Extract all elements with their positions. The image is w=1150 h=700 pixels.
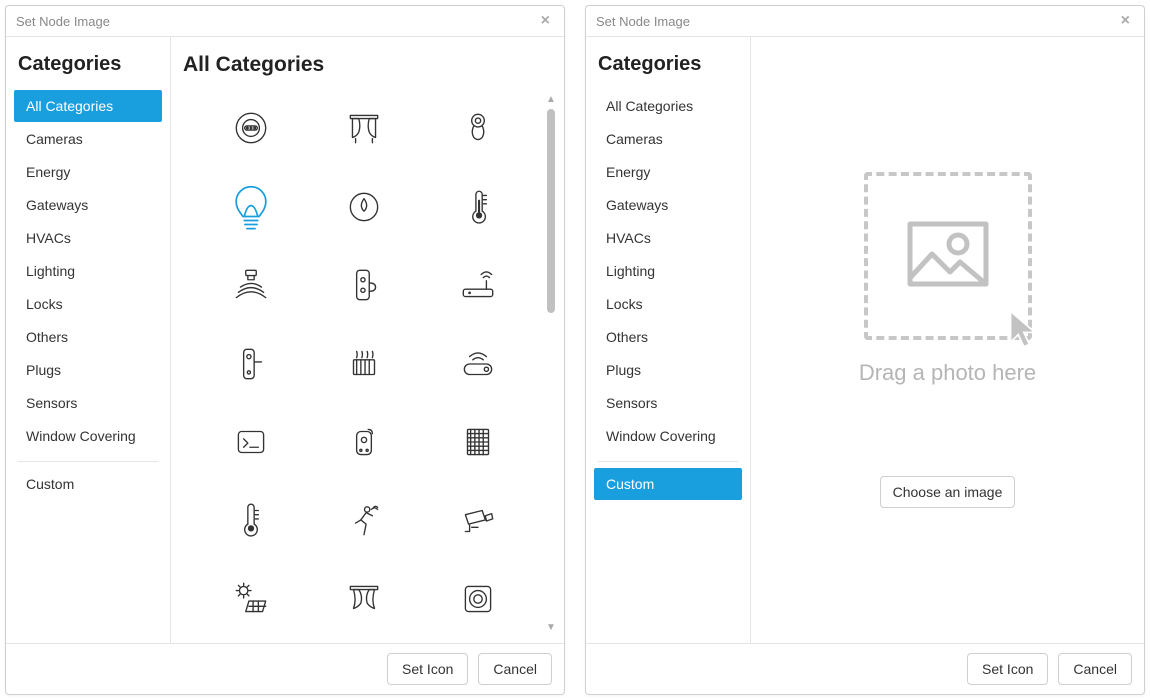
category-item-gateways[interactable]: Gateways bbox=[14, 189, 162, 221]
camera-icon[interactable] bbox=[430, 496, 526, 546]
set-node-image-dialog-custom: Set Node Image × Categories All Categori… bbox=[585, 5, 1145, 695]
category-item-energy[interactable]: Energy bbox=[14, 156, 162, 188]
scroll-up-icon[interactable]: ▲ bbox=[546, 95, 556, 105]
category-item-custom[interactable]: Custom bbox=[594, 468, 742, 500]
dialog-header: Set Node Image × bbox=[6, 6, 564, 37]
category-item-gateways[interactable]: Gateways bbox=[594, 189, 742, 221]
cursor-arrow-icon bbox=[1004, 307, 1048, 356]
icon-content-panel: All Categories bbox=[171, 37, 564, 643]
radiator-icon[interactable] bbox=[317, 339, 413, 389]
category-item-all-categories[interactable]: All Categories bbox=[594, 90, 742, 122]
category-item-plugs[interactable]: Plugs bbox=[14, 354, 162, 386]
image-placeholder-icon bbox=[898, 206, 998, 306]
category-item-window-covering[interactable]: Window Covering bbox=[14, 420, 162, 452]
remote-icon[interactable] bbox=[317, 417, 413, 467]
door-handle-icon[interactable] bbox=[203, 339, 299, 389]
terminal-icon[interactable] bbox=[203, 417, 299, 467]
solar-panel-icon[interactable] bbox=[203, 574, 299, 624]
close-icon[interactable]: × bbox=[1117, 12, 1134, 30]
curtain-icon[interactable] bbox=[317, 103, 413, 153]
set-icon-button[interactable]: Set Icon bbox=[967, 653, 1048, 685]
dialog-footer: Set Icon Cancel bbox=[6, 643, 564, 694]
sidebar-heading: Categories bbox=[598, 53, 738, 76]
category-item-hvacs[interactable]: HVACs bbox=[14, 222, 162, 254]
cancel-button[interactable]: Cancel bbox=[478, 653, 552, 685]
vacuum-robot-icon[interactable] bbox=[203, 103, 299, 153]
motion-sensor-icon[interactable] bbox=[203, 260, 299, 310]
category-item-lighting[interactable]: Lighting bbox=[594, 255, 742, 287]
category-item-lighting[interactable]: Lighting bbox=[14, 255, 162, 287]
bulb-outline-icon[interactable] bbox=[203, 182, 299, 232]
category-item-all-categories[interactable]: All Categories bbox=[14, 90, 162, 122]
scrollbar[interactable]: ▲ ▼ bbox=[546, 95, 556, 633]
category-item-cameras[interactable]: Cameras bbox=[594, 123, 742, 155]
dialog-body: Categories All Categories Cameras Energy… bbox=[6, 37, 564, 643]
dialog-header: Set Node Image × bbox=[586, 6, 1144, 37]
thermometer2-icon[interactable] bbox=[203, 496, 299, 546]
dialog-footer: Set Icon Cancel bbox=[586, 643, 1144, 694]
water-drop-icon[interactable] bbox=[317, 182, 413, 232]
icon-grid bbox=[181, 85, 548, 643]
switch-frame-icon[interactable] bbox=[430, 574, 526, 624]
category-item-energy[interactable]: Energy bbox=[594, 156, 742, 188]
scrollbar-thumb[interactable] bbox=[547, 109, 555, 313]
drop-frame[interactable] bbox=[864, 172, 1032, 340]
door-lock-icon[interactable] bbox=[317, 260, 413, 310]
categories-sidebar: Categories All Categories Cameras Energy… bbox=[586, 37, 751, 643]
dialog-title: Set Node Image bbox=[16, 14, 110, 29]
drop-text: Drag a photo here bbox=[859, 360, 1036, 386]
dial-icon[interactable] bbox=[430, 103, 526, 153]
icon-grid-scroll: ▲ ▼ bbox=[181, 85, 556, 643]
scroll-down-icon[interactable]: ▼ bbox=[546, 623, 556, 633]
set-icon-button[interactable]: Set Icon bbox=[387, 653, 468, 685]
smart-plug-icon[interactable] bbox=[430, 339, 526, 389]
sidebar-heading: Categories bbox=[18, 53, 158, 76]
category-item-custom[interactable]: Custom bbox=[14, 468, 162, 500]
categories-sidebar: Categories All Categories Cameras Energy… bbox=[6, 37, 171, 643]
category-item-locks[interactable]: Locks bbox=[594, 288, 742, 320]
category-item-others[interactable]: Others bbox=[594, 321, 742, 353]
category-item-locks[interactable]: Locks bbox=[14, 288, 162, 320]
category-item-sensors[interactable]: Sensors bbox=[14, 387, 162, 419]
blinds-icon[interactable] bbox=[430, 417, 526, 467]
content-heading: All Categories bbox=[183, 53, 552, 77]
category-item-others[interactable]: Others bbox=[14, 321, 162, 353]
category-item-cameras[interactable]: Cameras bbox=[14, 123, 162, 155]
category-item-sensors[interactable]: Sensors bbox=[594, 387, 742, 419]
drop-area[interactable]: Drag a photo here Choose an image bbox=[751, 37, 1144, 643]
category-item-hvacs[interactable]: HVACs bbox=[594, 222, 742, 254]
router-icon[interactable] bbox=[430, 260, 526, 310]
category-item-window-covering[interactable]: Window Covering bbox=[594, 420, 742, 452]
running-icon[interactable] bbox=[317, 496, 413, 546]
cancel-button[interactable]: Cancel bbox=[1058, 653, 1132, 685]
sidebar-divider bbox=[18, 461, 158, 462]
dialog-body: Categories All Categories Cameras Energy… bbox=[586, 37, 1144, 643]
curtain2-icon[interactable] bbox=[317, 574, 413, 624]
thermometer-icon[interactable] bbox=[430, 182, 526, 232]
dialog-title: Set Node Image bbox=[596, 14, 690, 29]
custom-content-panel: Drag a photo here Choose an image bbox=[751, 37, 1144, 643]
sidebar-divider bbox=[598, 461, 738, 462]
scrollbar-track[interactable] bbox=[546, 109, 556, 619]
choose-image-button[interactable]: Choose an image bbox=[880, 476, 1016, 508]
set-node-image-dialog-categories: Set Node Image × Categories All Categori… bbox=[5, 5, 565, 695]
close-icon[interactable]: × bbox=[537, 12, 554, 30]
category-item-plugs[interactable]: Plugs bbox=[594, 354, 742, 386]
